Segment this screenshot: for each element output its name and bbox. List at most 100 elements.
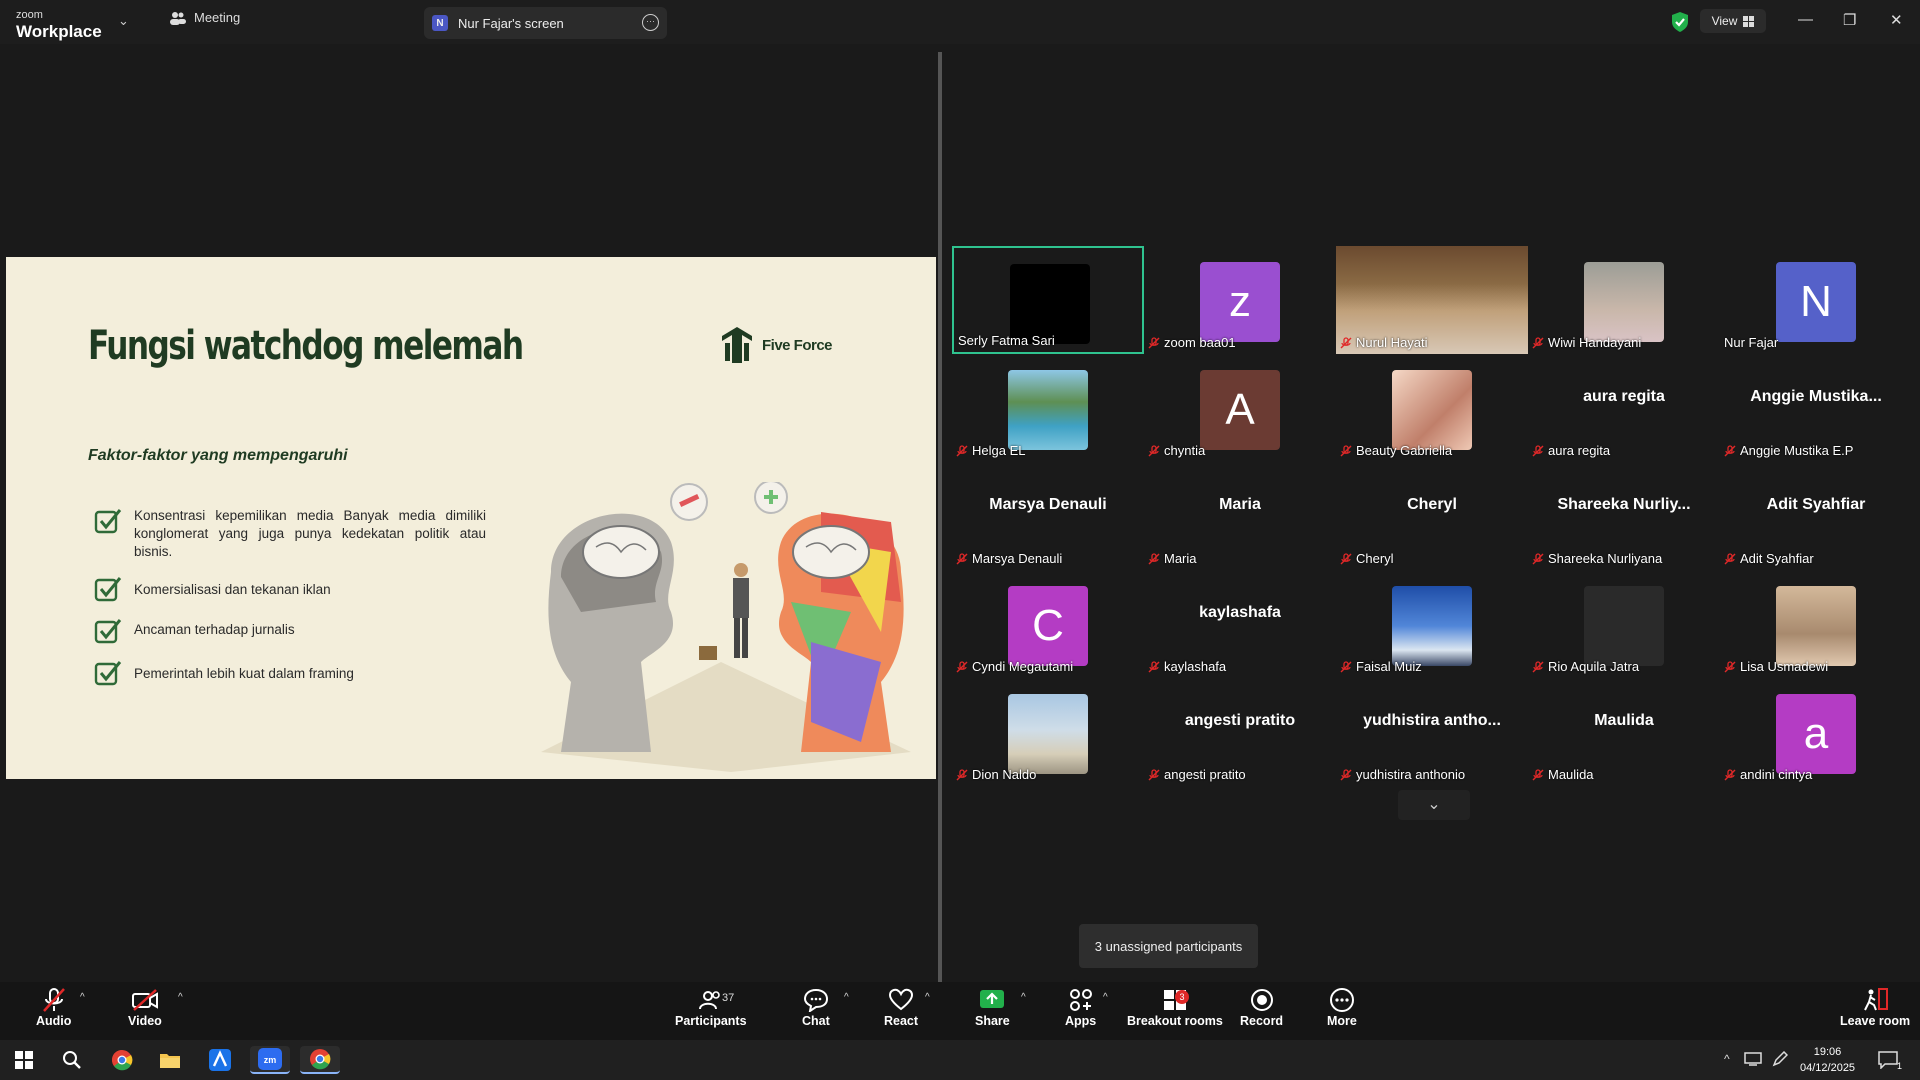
clock-time: 19:06 xyxy=(1813,1046,1842,1058)
more-button[interactable]: More xyxy=(1327,986,1357,1028)
microphone-muted-icon xyxy=(1532,660,1544,672)
bullet-text: Ancaman terhadap jurnalis xyxy=(134,622,295,637)
participant-tile[interactable]: Beauty Gabriella xyxy=(1336,354,1528,462)
participant-tile[interactable]: Adit Syahfiar Adit Syahfiar xyxy=(1720,462,1912,570)
apps-options-caret[interactable]: ^ xyxy=(1103,992,1108,1003)
microphone-muted-icon xyxy=(1340,336,1352,348)
participant-tile[interactable]: aura regita aura regita xyxy=(1528,354,1720,462)
participant-tile[interactable]: yudhistira antho... yudhistira anthonio xyxy=(1336,678,1528,786)
record-button[interactable]: Record xyxy=(1240,986,1283,1028)
microphone-muted-icon xyxy=(42,988,65,1012)
participant-tile[interactable]: Achyntia xyxy=(1144,354,1336,462)
bullet-text: Komersialisasi dan tekanan iklan xyxy=(134,582,331,597)
participant-tile[interactable]: C Cyndi Megautami xyxy=(952,570,1144,678)
chevron-down-icon[interactable]: ⌄ xyxy=(118,13,129,29)
more-options-icon[interactable]: ··· xyxy=(642,14,659,31)
participant-name: Nurul Hayati xyxy=(1356,335,1428,350)
microphone-muted-icon xyxy=(1532,552,1544,564)
participant-tile[interactable]: Nurul Hayati xyxy=(1336,246,1528,354)
pen-icon[interactable] xyxy=(1772,1051,1788,1067)
tray-chevron-icon[interactable]: ^ xyxy=(1724,1052,1730,1066)
microphone-muted-icon xyxy=(1532,768,1544,780)
participant-avatar: N xyxy=(1776,262,1856,342)
participant-tile[interactable]: Dion Naldo xyxy=(952,678,1144,786)
participant-tile[interactable]: Maulida Maulida xyxy=(1528,678,1720,786)
meeting-icon xyxy=(170,11,186,25)
participant-tile[interactable]: Maria Maria xyxy=(1144,462,1336,570)
record-label: Record xyxy=(1240,1014,1284,1028)
share-button[interactable]: Share xyxy=(975,986,1010,1028)
microphone-muted-icon xyxy=(956,552,968,564)
apps-button[interactable]: Apps xyxy=(1065,986,1096,1028)
participant-name: Nur Fajar xyxy=(1724,335,1779,350)
participant-name: Cheryl xyxy=(1356,551,1394,566)
participant-name-label: zoom baa01 xyxy=(1148,335,1236,350)
participant-tile[interactable]: a andini cintya xyxy=(1720,678,1912,786)
participants-button[interactable]: Participants xyxy=(675,986,747,1028)
leave-room-button[interactable]: Leave room xyxy=(1840,986,1910,1028)
tab-meeting[interactable]: Meeting xyxy=(170,10,240,25)
participant-tile[interactable]: Anggie Mustika... Anggie Mustika E.P xyxy=(1720,354,1912,462)
security-shield-icon[interactable] xyxy=(1670,11,1690,33)
participant-tile[interactable]: N Nur Fajar xyxy=(1720,246,1912,354)
react-options-caret[interactable]: ^ xyxy=(925,992,930,1003)
participant-display-name: Shareeka Nurliy... xyxy=(1557,496,1691,513)
participant-name-label: Marsya Denauli xyxy=(956,551,1062,566)
participant-name: Faisal Muiz xyxy=(1356,659,1422,674)
breakout-rooms-button[interactable]: Breakout rooms xyxy=(1127,986,1223,1028)
participant-tile[interactable]: angesti pratito angesti pratito xyxy=(1144,678,1336,786)
view-button[interactable]: View xyxy=(1700,9,1766,33)
participant-tile[interactable]: Marsya Denauli Marsya Denauli xyxy=(952,462,1144,570)
clock-date: 04/12/2025 xyxy=(1800,1062,1856,1074)
participant-tile[interactable]: Serly Fatma Sari xyxy=(952,246,1144,354)
chat-button[interactable]: Chat xyxy=(802,986,830,1028)
participant-display-name: Cheryl xyxy=(1407,496,1457,513)
participant-tile[interactable]: Rio Aquila Jatra xyxy=(1528,570,1720,678)
audio-button[interactable]: Audio xyxy=(36,986,71,1028)
participant-tile[interactable]: Shareeka Nurliy... Shareeka Nurliyana xyxy=(1528,462,1720,570)
participant-name-label: Nur Fajar xyxy=(1724,335,1778,350)
svg-text:zm: zm xyxy=(264,1055,277,1065)
participant-tile[interactable]: Lisa Usmadewi xyxy=(1720,570,1912,678)
participant-name: andini cintya xyxy=(1740,767,1813,782)
app-taskbar-button[interactable] xyxy=(200,1046,240,1074)
minimize-icon[interactable]: — xyxy=(1798,11,1813,28)
participant-name: yudhistira anthonio xyxy=(1356,767,1466,782)
video-button[interactable]: Video xyxy=(128,986,162,1028)
chrome-taskbar-button[interactable] xyxy=(102,1046,142,1074)
breakout-badge: 3 xyxy=(1175,990,1189,1004)
split-divider[interactable] xyxy=(938,52,942,982)
chat-options-caret[interactable]: ^ xyxy=(844,992,849,1003)
checkbox-icon xyxy=(94,619,122,644)
video-options-caret[interactable]: ^ xyxy=(178,992,183,1003)
file-explorer-taskbar-button[interactable] xyxy=(150,1046,190,1074)
share-options-caret[interactable]: ^ xyxy=(1021,992,1026,1003)
participant-name: Serly Fatma Sari xyxy=(958,333,1055,348)
participant-tile[interactable]: Wiwi Handayani xyxy=(1528,246,1720,354)
system-clock[interactable]: 19:06 04/12/2025 xyxy=(1800,1044,1855,1076)
participant-tile[interactable]: z zoom baa01 xyxy=(1144,246,1336,354)
react-button[interactable]: React xyxy=(884,986,918,1028)
restore-icon[interactable]: ❐ xyxy=(1843,11,1856,29)
audio-options-caret[interactable]: ^ xyxy=(80,992,85,1003)
close-icon[interactable]: ✕ xyxy=(1890,11,1903,29)
participant-tile[interactable]: kaylashafa kaylashafa xyxy=(1144,570,1336,678)
notification-icon[interactable] xyxy=(1878,1051,1898,1069)
video-label: Video xyxy=(128,1014,162,1028)
participant-name-label: Anggie Mustika E.P xyxy=(1724,443,1853,458)
zoom-taskbar-button[interactable]: zm xyxy=(250,1046,290,1074)
participant-name-label: Maulida xyxy=(1532,767,1594,782)
participant-name-label: chyntia xyxy=(1148,443,1205,458)
bullet-list: Konsentrasi kepemilikan media Banyak med… xyxy=(94,507,486,701)
network-icon[interactable] xyxy=(1744,1052,1762,1066)
chrome-profile-taskbar-button[interactable] xyxy=(300,1046,340,1074)
search-button[interactable] xyxy=(52,1046,92,1074)
leave-room-icon xyxy=(1864,988,1889,1011)
participant-tile[interactable]: Faisal Muiz xyxy=(1336,570,1528,678)
participant-tile[interactable]: Helga EL xyxy=(952,354,1144,462)
participant-tile[interactable]: Cheryl Cheryl xyxy=(1336,462,1528,570)
notification-count: 1 xyxy=(1897,1061,1903,1071)
start-button[interactable] xyxy=(4,1046,44,1074)
gallery-next-page-button[interactable]: ⌄ xyxy=(1398,790,1470,820)
tab-shared-screen[interactable]: N Nur Fajar's screen ··· xyxy=(424,7,667,39)
